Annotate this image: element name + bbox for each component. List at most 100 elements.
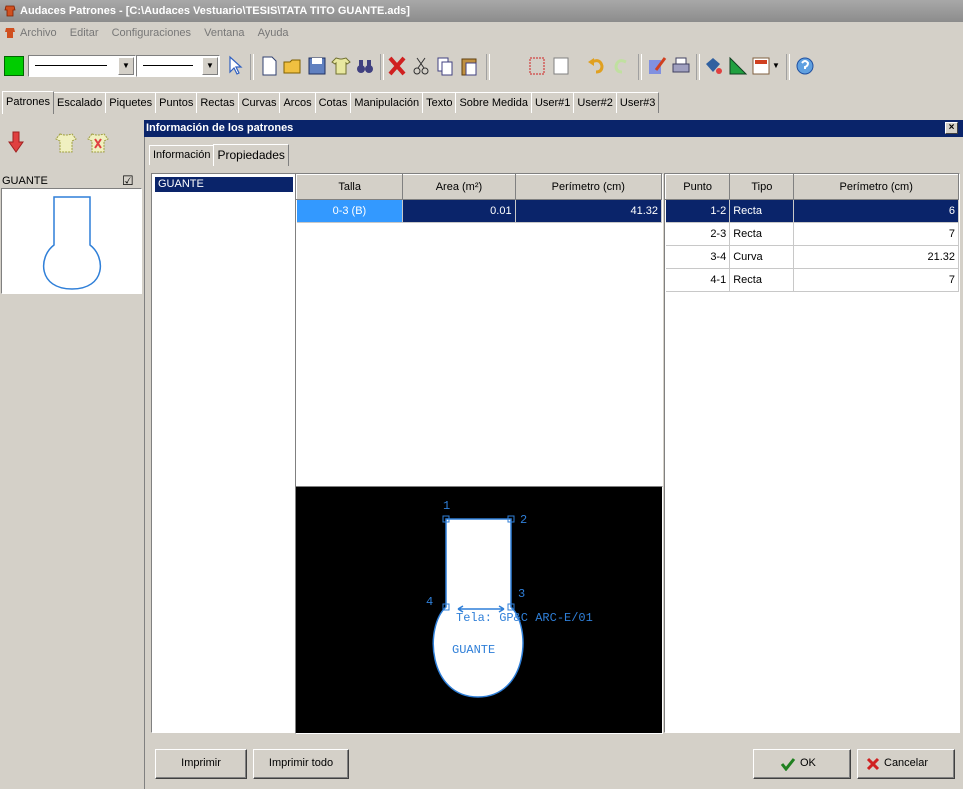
chevron-down-icon[interactable]: ▼ (118, 57, 134, 75)
triangle-ruler-icon[interactable] (726, 54, 748, 78)
piece-name-label: GUANTE (452, 643, 495, 657)
tab-escalado[interactable]: Escalado (53, 92, 107, 113)
segment-point-cell[interactable]: 4-1 (665, 268, 731, 292)
segment-perimeter-cell[interactable]: 6 (793, 199, 959, 223)
cursor-icon[interactable] (224, 54, 246, 78)
table-row[interactable]: 1-2 Recta 6 (665, 199, 959, 223)
shirt-icon[interactable] (54, 132, 78, 154)
help-icon[interactable] (794, 54, 816, 78)
segments-table: Punto Tipo Perímetro (cm) 1-2 Recta 6 2-… (664, 173, 960, 733)
down-arrow-icon[interactable] (8, 130, 24, 154)
tab-sobre-medida[interactable]: Sobre Medida (455, 92, 532, 113)
tab-user3[interactable]: User#3 (615, 92, 660, 113)
segment-type-cell[interactable]: Curva (729, 245, 795, 269)
tab-texto[interactable]: Texto (422, 92, 457, 113)
checkmark-icon (780, 758, 796, 771)
tab-puntos[interactable]: Puntos (155, 92, 198, 113)
close-icon[interactable]: × (945, 122, 958, 134)
paste-icon[interactable] (458, 54, 480, 78)
line-style-select[interactable]: ▼ (28, 55, 136, 77)
copy-icon[interactable] (434, 54, 456, 78)
segment-type-cell[interactable]: Recta (729, 268, 795, 292)
open-folder-icon[interactable] (282, 54, 304, 78)
line-width-select[interactable]: ▼ (136, 55, 220, 77)
segment-point-cell[interactable]: 2-3 (665, 222, 731, 246)
segment-perimeter-cell[interactable]: 21.32 (793, 245, 959, 269)
tab-piquetes[interactable]: Piquetes (105, 92, 157, 113)
delete-icon[interactable] (386, 54, 408, 78)
left-panel: GUANTE ☑ (0, 114, 144, 789)
ok-button[interactable]: OK (753, 749, 851, 779)
menu-configuraciones[interactable]: Configuraciones (112, 22, 192, 44)
pattern-thumbnail[interactable] (1, 188, 142, 294)
segment-perimeter-cell[interactable]: 7 (793, 268, 959, 292)
menu-editar[interactable]: Editar (70, 22, 99, 44)
tab-user1[interactable]: User#1 (530, 92, 575, 113)
column-header-talla[interactable]: Talla (295, 174, 404, 200)
table-row[interactable]: 2-3 Recta 7 (665, 222, 959, 246)
menu-ventana[interactable]: Ventana (204, 22, 244, 44)
tab-rectas[interactable]: Rectas (196, 92, 239, 113)
chevron-down-icon[interactable]: ▼ (772, 54, 782, 78)
menu-archivo[interactable]: Archivo (20, 22, 57, 44)
window-icon[interactable] (550, 54, 572, 78)
new-file-icon[interactable] (258, 54, 280, 78)
list-item[interactable]: GUANTE (155, 177, 293, 192)
segment-perimeter-cell[interactable]: 7 (793, 222, 959, 246)
chevron-down-icon[interactable]: ▼ (202, 57, 218, 75)
pattern-visible-checkbox[interactable]: ☑ (122, 173, 134, 189)
toolbar: ▼ ▼ ▼ (0, 46, 963, 86)
segment-type-cell[interactable]: Recta (729, 222, 795, 246)
tab-curvas[interactable]: Curvas (237, 92, 281, 113)
cancel-label: Cancelar (884, 757, 929, 769)
select-rect-icon[interactable] (526, 54, 548, 78)
glove-thumbnail-shape (42, 196, 102, 290)
plot-icon[interactable] (750, 54, 772, 78)
segment-point-cell[interactable]: 1-2 (665, 199, 731, 223)
column-header-tipo[interactable]: Tipo (729, 174, 795, 200)
tab-arcos[interactable]: Arcos (279, 92, 316, 113)
edit-icon[interactable] (646, 54, 668, 78)
subtab-informacion[interactable]: Información (149, 145, 215, 165)
pattern-listbox[interactable]: GUANTE (151, 173, 297, 733)
column-header-perimetro[interactable]: Perímetro (cm) (514, 174, 663, 200)
perimeter-cell[interactable]: 41.32 (515, 199, 663, 223)
cut-icon[interactable] (410, 54, 432, 78)
column-header-area[interactable]: Area (m²) (402, 174, 516, 200)
table-row[interactable]: 0-3 (B) 0.01 41.32 (296, 199, 663, 223)
binoculars-icon[interactable] (354, 54, 376, 78)
print-icon[interactable] (670, 54, 692, 78)
dialog-title-bar: Información de los patrones × (144, 120, 963, 137)
menu-ayuda[interactable]: Ayuda (258, 22, 289, 44)
shirt-delete-icon[interactable] (86, 132, 110, 154)
color-bucket-icon[interactable] (702, 54, 724, 78)
cancel-button[interactable]: Cancelar (857, 749, 955, 779)
shirt-icon[interactable] (330, 54, 352, 78)
color-swatch[interactable] (4, 56, 24, 76)
pattern-preview-drawing: 1 2 3 4 Tela: GP&C ARC-E/01 GUANTE (426, 499, 593, 698)
tab-patrones[interactable]: Patrones (2, 91, 55, 114)
column-header-perimetro[interactable]: Perímetro (cm) (793, 174, 959, 200)
tool-tabs: Patrones Escalado Piquetes Puntos Rectas Curv… (0, 91, 963, 114)
sizes-table: Talla Area (m²) Perímetro (cm) 0-3 (B) 0… (295, 173, 663, 487)
dialog-title: Información de los patrones (146, 122, 294, 134)
area-cell[interactable]: 0.01 (402, 199, 516, 223)
segment-point-cell[interactable]: 3-4 (665, 245, 731, 269)
pattern-name: GUANTE (2, 175, 48, 187)
tab-user2[interactable]: User#2 (573, 92, 617, 113)
save-icon[interactable] (306, 54, 328, 78)
table-row[interactable]: 3-4 Curva 21.32 (665, 245, 959, 269)
tab-manipulacion[interactable]: Manipulación (350, 92, 424, 113)
undo-icon[interactable] (586, 54, 608, 78)
fabric-label: Tela: GP&C ARC-E/01 (456, 611, 593, 625)
table-row[interactable]: 4-1 Recta 7 (665, 268, 959, 292)
redo-icon[interactable] (610, 54, 632, 78)
point-label-2: 2 (520, 513, 527, 527)
print-button[interactable]: Imprimir (155, 749, 247, 779)
segment-type-cell[interactable]: Recta (729, 199, 795, 223)
tab-cotas[interactable]: Cotas (314, 92, 352, 113)
subtab-propiedades[interactable]: Propiedades (213, 144, 289, 166)
print-all-button[interactable]: Imprimir todo (253, 749, 349, 779)
size-cell[interactable]: 0-3 (B) (296, 199, 404, 223)
column-header-punto[interactable]: Punto (664, 174, 731, 200)
